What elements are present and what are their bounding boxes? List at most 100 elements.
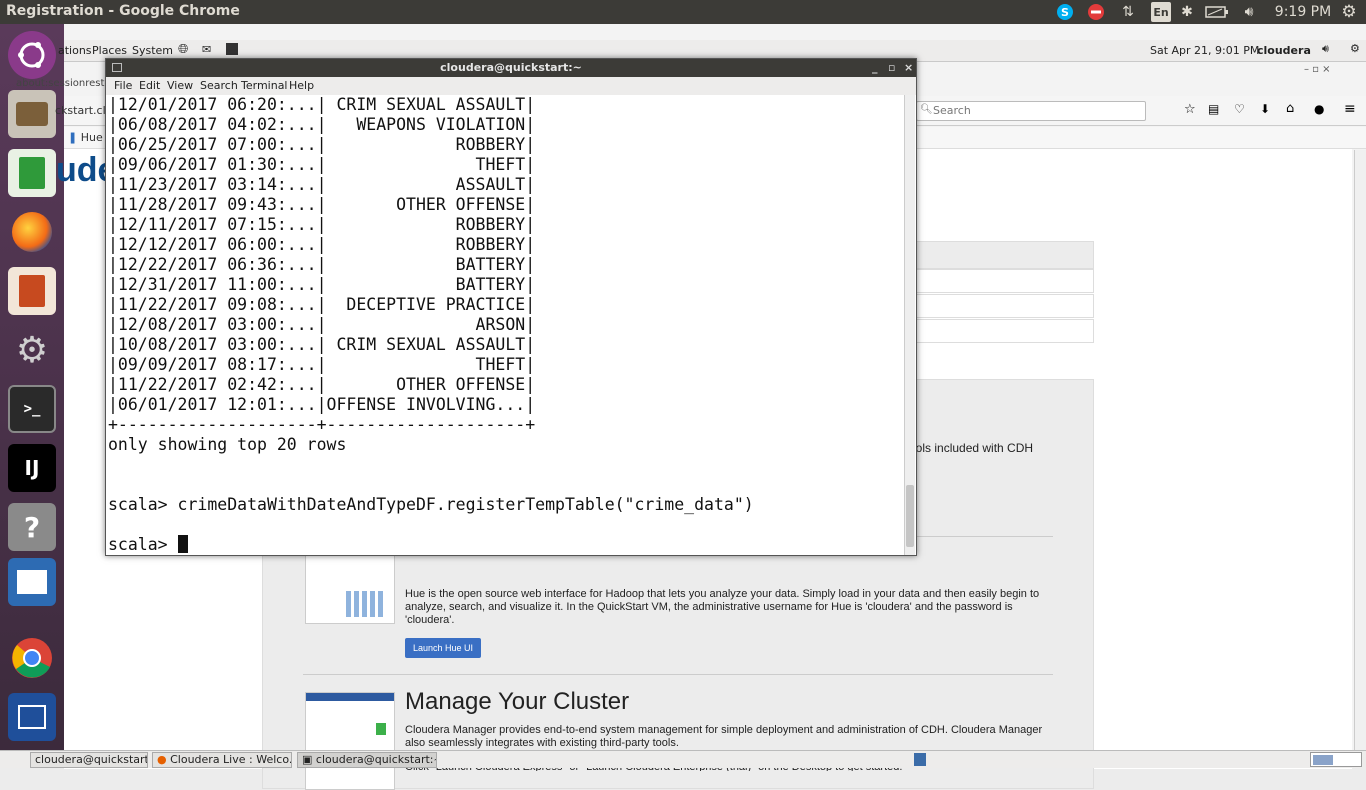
firefox-icon[interactable]	[8, 208, 56, 256]
ubuntu-dash-icon[interactable]	[8, 31, 56, 79]
volume-icon[interactable]: 🔊︎	[1238, 2, 1260, 22]
terminal-menubar: File Edit View Search Terminal Help	[106, 77, 916, 95]
terminal-scrollbar[interactable]	[904, 95, 915, 555]
panel-volume-icon[interactable]: 🔊︎	[1322, 42, 1329, 56]
terminal-line: |06/08/2017 04:02:...| WEAPONS VIOLATION…	[108, 115, 536, 134]
terminal-line: |12/22/2017 06:36:...| BATTERY|	[108, 255, 536, 274]
terminal-line: |11/28/2017 09:43:...| OTHER OFFENSE|	[108, 195, 536, 214]
document-icon[interactable]	[8, 558, 56, 606]
terminal-line: |12/08/2017 03:00:...| ARSON|	[108, 315, 536, 334]
terminal-scrollbar-thumb[interactable]	[906, 485, 914, 547]
minimize-button[interactable]: _	[872, 59, 878, 77]
terminal-line: |12/12/2017 06:00:...| ROBBERY|	[108, 235, 536, 254]
menu-system[interactable]: System	[132, 44, 173, 57]
manage-cluster-title: Manage Your Cluster	[405, 688, 630, 715]
tray-icon[interactable]	[914, 753, 926, 766]
terminal-launcher-icon[interactable]	[226, 43, 238, 55]
hue-icon: ❚	[68, 131, 78, 144]
panel-datetime[interactable]: Sat Apr 21, 9:01 PM	[1150, 44, 1259, 57]
network-disconnected-icon[interactable]	[1085, 2, 1107, 22]
terminal-window[interactable]: cloudera@quickstart:~ _ ▫ × File Edit Vi…	[105, 58, 917, 556]
menu-terminal[interactable]: Terminal	[241, 79, 288, 92]
reading-list-icon[interactable]: ▤	[1208, 102, 1219, 116]
clock[interactable]: 9:19 PM	[1274, 2, 1332, 22]
menu-edit[interactable]: Edit	[139, 79, 160, 92]
home-icon[interactable]: ⌂	[1286, 101, 1294, 116]
terminal-prompt: scala>	[108, 535, 178, 554]
battery-icon[interactable]	[1204, 2, 1230, 22]
panel-gear-icon[interactable]: ⚙	[1350, 42, 1360, 55]
intellij-icon[interactable]: IJ	[8, 444, 56, 492]
search-icon: 🔍︎	[920, 104, 933, 115]
terminal-prompt-line[interactable]: scala>	[108, 535, 903, 555]
globe-icon[interactable]: 🌐︎	[178, 42, 188, 57]
spreadsheet-icon[interactable]	[8, 149, 56, 197]
workspace-switcher[interactable]	[1310, 752, 1362, 767]
terminal-line: |11/22/2017 09:08:...| DECEPTIVE PRACTIC…	[108, 295, 536, 314]
files-icon[interactable]	[8, 90, 56, 138]
hue-screenshot-thumbnail	[305, 550, 395, 624]
keyboard-layout-indicator[interactable]: En	[1151, 2, 1171, 22]
bookmark-hue[interactable]: ❚ Hue	[68, 131, 103, 144]
terminal-icon[interactable]: >_	[8, 385, 56, 433]
transfer-icon[interactable]: ⇅	[1117, 2, 1139, 22]
skype-icon[interactable]: S	[1054, 2, 1076, 22]
unity-launcher: ⚙ >_ IJ ?	[0, 24, 64, 768]
menu-icon[interactable]: ≡	[1344, 101, 1356, 117]
panel-user[interactable]: cloudera	[1257, 44, 1311, 57]
bluetooth-icon[interactable]: ✱	[1178, 2, 1196, 22]
terminal-line: |10/08/2017 03:00:...| CRIM SEXUAL ASSAU…	[108, 335, 536, 354]
search-input[interactable]: 🔍︎ Search	[916, 101, 1146, 121]
browser-tab[interactable]: about:sessionresto	[16, 78, 111, 89]
terminal-output[interactable]: |12/01/2017 06:20:...| CRIM SEXUAL ASSAU…	[108, 95, 903, 555]
mail-icon[interactable]: ✉	[202, 43, 211, 56]
help-icon[interactable]: ?	[8, 503, 56, 551]
virtualbox-icon[interactable]	[8, 693, 56, 741]
top-panel: Registration - Google Chrome S ⇅ En ✱ 🔊︎…	[0, 0, 1366, 24]
menu-places[interactable]: Places	[92, 44, 127, 57]
hue-description: Hue is the open source web interface for…	[405, 588, 1040, 626]
terminal-line: |09/09/2017 08:17:...| THEFT|	[108, 355, 536, 374]
menu-applications[interactable]: ations	[58, 44, 92, 57]
pocket-icon[interactable]: ♡	[1234, 102, 1245, 116]
page-scrollbar[interactable]	[1354, 150, 1366, 750]
task-terminal-1[interactable]: cloudera@quickstart:...	[30, 752, 148, 768]
download-icon[interactable]: ⬇	[1260, 102, 1270, 116]
gear-icon[interactable]: ⚙	[1338, 2, 1360, 22]
svg-text:S: S	[1061, 6, 1069, 19]
star-icon[interactable]: ☆	[1184, 102, 1196, 117]
terminal-line: |11/22/2017 02:42:...| OTHER OFFENSE|	[108, 375, 536, 394]
url-bar[interactable]: ckstart.cl	[55, 104, 106, 117]
window-title: Registration - Google Chrome	[6, 3, 240, 19]
menu-file[interactable]: File	[114, 79, 132, 92]
terminal-line: |12/11/2017 07:15:...| ROBBERY|	[108, 215, 536, 234]
terminal-window-icon	[112, 63, 122, 72]
terminal-line: +--------------------+------------------…	[108, 415, 536, 434]
terminal-titlebar[interactable]: cloudera@quickstart:~ _ ▫ ×	[106, 59, 916, 77]
terminal-title: cloudera@quickstart:~	[440, 61, 582, 74]
task-terminal-2[interactable]: ▣ cloudera@quickstart:~	[297, 752, 437, 768]
settings-icon[interactable]: ⚙	[8, 326, 56, 374]
menu-view[interactable]: View	[167, 79, 193, 92]
terminal-line: scala> crimeDataWithDateAndTypeDF.regist…	[108, 495, 754, 514]
terminal-line: |06/01/2017 12:01:...|OFFENSE INVOLVING.…	[108, 395, 536, 414]
presentation-icon[interactable]	[8, 267, 56, 315]
chrome-icon[interactable]	[8, 634, 56, 682]
terminal-line: |11/23/2017 03:14:...| ASSAULT|	[108, 175, 536, 194]
menu-search[interactable]: Search	[200, 79, 238, 92]
maximize-button[interactable]: ▫	[888, 59, 895, 77]
chat-icon[interactable]: ●	[1314, 102, 1324, 116]
window-controls[interactable]: – ▫ ×	[1304, 64, 1331, 75]
terminal-line: |09/06/2017 01:30:...| THEFT|	[108, 155, 536, 174]
task-browser[interactable]: ● Cloudera Live : Welco...	[152, 752, 292, 768]
launch-hue-button[interactable]: Launch Hue UI	[405, 638, 482, 658]
close-button[interactable]: ×	[904, 59, 913, 77]
terminal-line: only showing top 20 rows	[108, 435, 347, 454]
firefox-small-icon: ●	[157, 753, 167, 766]
terminal-line: |12/31/2017 11:00:...| BATTERY|	[108, 275, 536, 294]
terminal-line: |06/25/2017 07:00:...| ROBBERY|	[108, 135, 536, 154]
menu-help[interactable]: Help	[289, 79, 314, 92]
